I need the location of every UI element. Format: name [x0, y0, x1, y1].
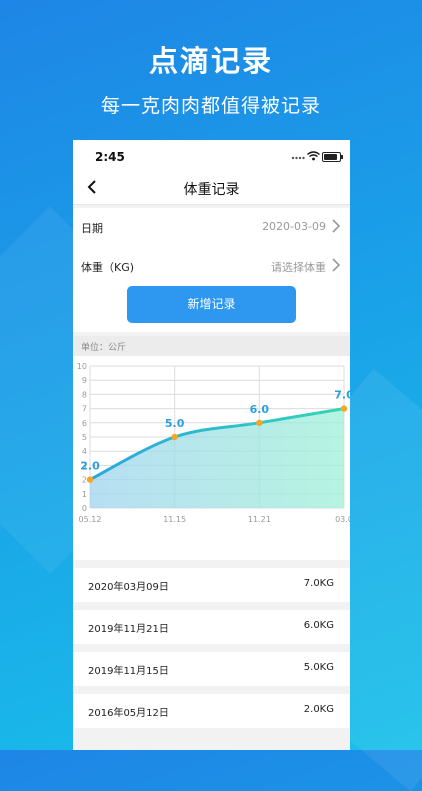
- y-tick-label: 9: [82, 376, 87, 385]
- unit-label: 单位：公斤: [81, 343, 127, 353]
- record-item[interactable]: 2016年05月12日 2.0KG: [73, 694, 350, 728]
- x-tick-label: 03.0: [335, 515, 350, 524]
- record-weight: 2.0KG: [303, 704, 334, 715]
- record-date: 2019年11月15日: [88, 666, 169, 677]
- status-time: 2:45: [95, 150, 125, 164]
- record-weight: 5.0KG: [303, 662, 334, 673]
- x-tick-label: 11.21: [248, 515, 271, 524]
- weight-row[interactable]: 体重（KG) 请选择体重: [73, 253, 350, 283]
- record-weight: 6.0KG: [303, 620, 334, 631]
- data-point: [256, 419, 263, 426]
- x-tick-label: 11.15: [163, 515, 186, 524]
- y-tick-label: 8: [82, 390, 87, 399]
- add-record-button[interactable]: 新增记录: [127, 286, 296, 323]
- y-tick-label: 6: [82, 419, 87, 428]
- data-point: [171, 433, 178, 441]
- record-date: 2016年05月12日: [88, 708, 169, 719]
- record-form: 日期 2020-03-09 体重（KG) 请选择体重 新增记录: [73, 208, 350, 332]
- y-tick-label: 2: [82, 476, 87, 485]
- y-tick-label: 4: [82, 447, 87, 456]
- hero-subtitle: 每一克肉肉都值得被记录: [100, 95, 321, 117]
- date-row[interactable]: 日期 2020-03-09: [73, 214, 350, 244]
- page-title: 体重记录: [183, 182, 240, 198]
- weight-chart-svg: 01234567891005.1211.1511.2103.02.05.06.0…: [77, 362, 350, 524]
- y-tick-label: 0: [82, 504, 87, 513]
- weight-chart: 01234567891005.1211.1511.2103.02.05.06.0…: [73, 356, 350, 560]
- wifi-icon: [307, 151, 320, 161]
- chevron-right-icon: [332, 258, 340, 272]
- y-tick-label: 10: [77, 362, 87, 371]
- data-point: [86, 476, 94, 483]
- record-date: 2020年03月09日: [88, 582, 169, 593]
- weight-placeholder: 请选择体重: [271, 261, 326, 274]
- hero-title: 点滴记录: [148, 44, 273, 78]
- x-tick-label: 05.12: [79, 515, 102, 524]
- weight-label: 体重（KG): [81, 261, 135, 274]
- record-item[interactable]: 2019年11月21日 6.0KG: [73, 610, 350, 644]
- data-label: 2.0: [80, 460, 100, 473]
- nav-bar: 体重记录: [73, 172, 350, 205]
- data-label: 6.0: [250, 403, 270, 416]
- record-weight: 7.0KG: [303, 578, 334, 589]
- record-date: 2019年11月21日: [88, 624, 169, 635]
- date-label: 日期: [81, 222, 103, 235]
- y-tick-label: 7: [82, 405, 87, 414]
- record-item[interactable]: 2019年11月15日 5.0KG: [73, 652, 350, 686]
- data-point: [340, 405, 348, 412]
- record-item[interactable]: 2020年03月09日 7.0KG: [73, 568, 350, 602]
- phone-screen: 2:45 体重记录 日期 2020-03-09 体重（KG) 请选择体重 新增记…: [73, 140, 350, 750]
- signal-icon: [291, 156, 305, 160]
- status-bar: 2:45: [73, 140, 350, 172]
- y-tick-label: 5: [82, 433, 87, 442]
- battery-icon: [322, 152, 343, 162]
- y-tick-label: 1: [82, 490, 87, 499]
- chevron-right-icon: [332, 219, 340, 233]
- data-label: 7.0: [334, 389, 350, 402]
- date-value: 2020-03-09: [262, 220, 326, 233]
- data-label: 5.0: [165, 417, 185, 430]
- unit-bar: 单位：公斤: [73, 336, 350, 356]
